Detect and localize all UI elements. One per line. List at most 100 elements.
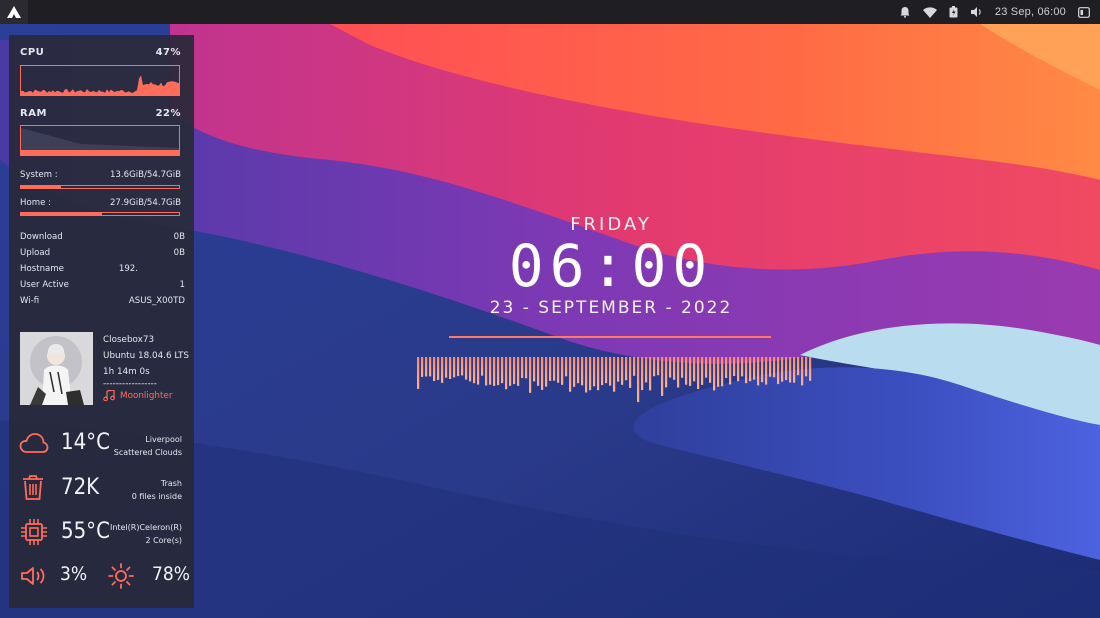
wifi-value: ASUS_X00TD <box>128 296 185 306</box>
visualizer-bar <box>797 357 800 376</box>
visualizer-bar <box>793 357 796 383</box>
visualizer-bar <box>741 357 744 377</box>
visualizer-bar <box>781 357 784 382</box>
visualizer-bar <box>481 357 484 376</box>
visualizer-bar <box>425 357 428 377</box>
trash-description: 0 files inside <box>131 492 182 501</box>
system-tray: 23 Sep, 06:00 <box>899 0 1100 24</box>
visualizer-bar <box>529 357 532 393</box>
clock-time: 06:00 <box>508 232 714 300</box>
download-row: Download 0B <box>20 229 185 245</box>
visualizer-bar <box>777 357 780 385</box>
visualizer-bar <box>681 357 684 378</box>
visualizer-bar <box>545 357 548 387</box>
visualizer-bar <box>673 357 676 380</box>
visualizer-bar <box>749 357 752 382</box>
trash-icon[interactable] <box>21 474 45 501</box>
visualizer-bar <box>665 357 668 388</box>
visualizer-bar <box>617 357 620 382</box>
hostname-value: 192. <box>118 264 138 274</box>
wifi-label: Wi-fi <box>20 296 40 306</box>
trash-info: Trash 0 files inside <box>132 477 182 503</box>
volume-icon[interactable] <box>20 565 48 587</box>
battery-icon[interactable] <box>949 6 958 18</box>
visualizer-bar <box>569 357 572 392</box>
cpu-graph-area <box>21 75 179 95</box>
audio-visualizer <box>417 357 812 402</box>
visualizer-bar <box>585 357 588 393</box>
visualizer-bar <box>613 357 616 392</box>
visualizer-bar <box>441 357 444 383</box>
visualizer-bar <box>621 357 624 385</box>
visualizer-bar <box>713 357 716 391</box>
visualizer-bar <box>689 357 692 386</box>
visualizer-bar <box>417 357 420 389</box>
visualizer-bar <box>557 357 560 383</box>
visualizer-bar <box>765 357 768 385</box>
menu-button[interactable] <box>0 0 28 24</box>
visualizer-bar <box>693 357 696 382</box>
visualizer-bar <box>657 357 660 376</box>
visualizer-bar <box>521 357 524 378</box>
visualizer-bar <box>549 357 552 381</box>
visualizer-bar <box>561 357 564 385</box>
visualizer-bar <box>437 357 440 380</box>
weather-city: Liverpool <box>145 435 182 444</box>
visualizer-bar <box>513 357 516 385</box>
volume-icon[interactable] <box>970 6 983 18</box>
now-playing[interactable]: Moonlighter <box>103 390 172 401</box>
chip-icon <box>21 519 47 545</box>
trash-label: Trash <box>160 479 182 488</box>
visualizer-bar <box>669 357 672 378</box>
visualizer-bar <box>697 357 700 389</box>
upload-value: 0B <box>173 248 185 258</box>
visualizer-bar <box>493 357 496 386</box>
brightness-icon[interactable] <box>108 563 134 589</box>
visualizer-bar <box>505 357 508 390</box>
visualizer-bar <box>645 357 648 383</box>
download-label: Download <box>20 232 63 242</box>
visualizer-bar <box>537 357 540 386</box>
visualizer-bar <box>589 357 592 391</box>
visualizer-bar <box>753 357 756 380</box>
visualizer-bar <box>625 357 628 381</box>
visualizer-bar <box>421 357 424 377</box>
visualizer-bar <box>757 357 760 386</box>
visualizer-bar <box>633 357 636 376</box>
os-version: Ubuntu 18.04.6 LTS <box>103 351 190 361</box>
cpu-model: Intel(R)Celeron(R) <box>109 523 182 532</box>
visualizer-bar <box>517 357 520 386</box>
visualizer-bar <box>789 357 792 383</box>
cpu-cores: 2 Core(s) <box>145 536 182 545</box>
cpu-temperature: 55°C <box>61 519 110 544</box>
wifi-icon[interactable] <box>922 6 937 18</box>
visualizer-bar <box>461 357 464 376</box>
upload-label: Upload <box>20 248 51 258</box>
brightness-level: 78% <box>152 563 190 585</box>
visualizer-bar <box>637 357 640 402</box>
trash-size: 72K <box>61 475 100 500</box>
visualizer-bar <box>801 357 804 386</box>
wifi-row: Wi-fi ASUS_X00TD <box>20 293 185 309</box>
conky-panel: CPU 47% RAM 22% System : 13.6GiB/54.7GiB… <box>9 35 194 608</box>
visualizer-bar <box>453 357 456 378</box>
visualizer-bar <box>809 357 812 381</box>
visualizer-bar <box>705 357 708 378</box>
visualizer-bar <box>577 357 580 384</box>
visualizer-bar <box>609 357 612 386</box>
visualizer-bar <box>641 357 644 390</box>
visualizer-bar <box>769 357 772 377</box>
visualizer-bar <box>581 357 584 386</box>
visualizer-bar <box>593 357 596 387</box>
clock-divider <box>449 336 771 338</box>
panel-icon[interactable] <box>1078 6 1090 18</box>
topbar-clock[interactable]: 23 Sep, 06:00 <box>995 6 1066 18</box>
song-title: Moonlighter <box>120 390 173 401</box>
home-disk-value: 27.9GiB/54.7GiB <box>109 198 181 208</box>
visualizer-bar <box>501 357 504 384</box>
visualizer-bar <box>785 357 788 381</box>
bell-icon[interactable] <box>899 6 911 18</box>
visualizer-bar <box>469 357 472 382</box>
visualizer-bar <box>573 357 576 387</box>
visualizer-bar <box>653 357 656 377</box>
